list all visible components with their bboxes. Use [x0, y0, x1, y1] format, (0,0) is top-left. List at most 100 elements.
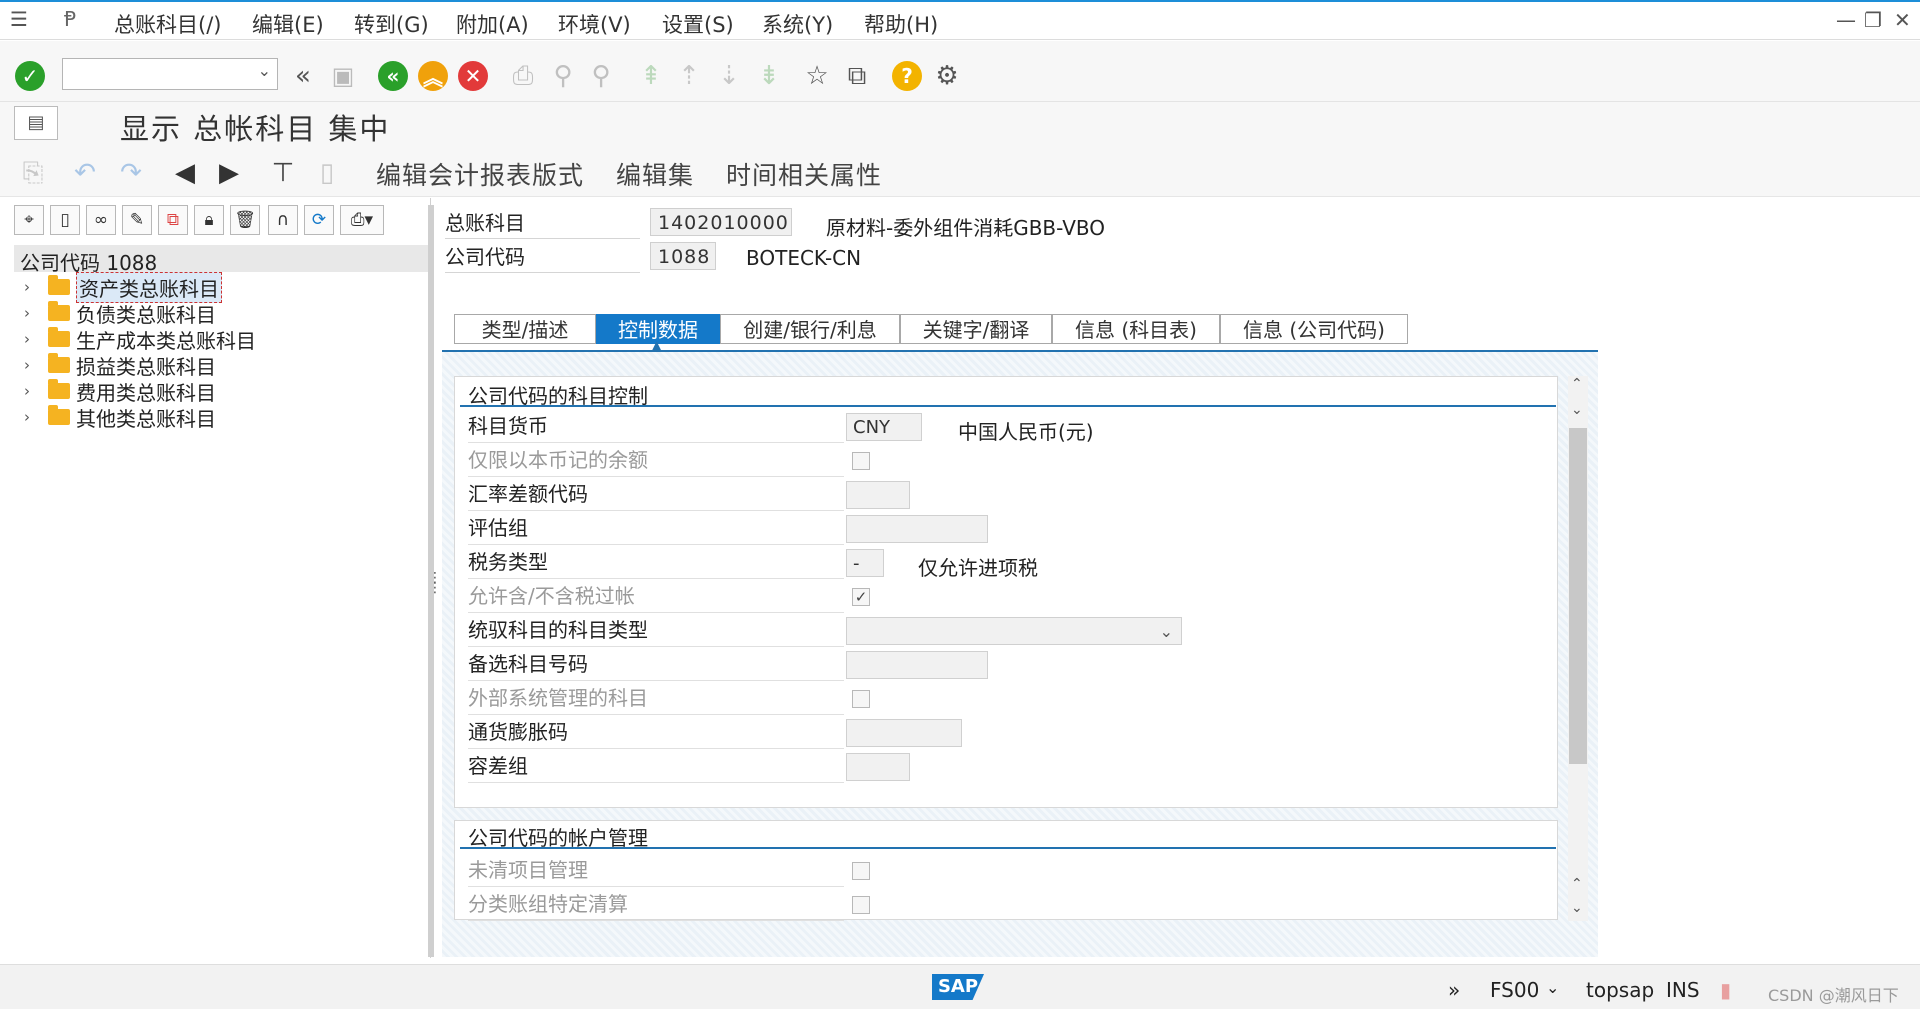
- valuation-group-field[interactable]: [846, 515, 988, 543]
- previous-icon[interactable]: ◀: [168, 156, 202, 190]
- headset-icon[interactable]: ∩: [268, 205, 298, 235]
- prev-page-icon[interactable]: ⇡: [672, 59, 706, 93]
- chevron-down-icon[interactable]: ⌄: [1546, 978, 1559, 997]
- chevron-right-icon[interactable]: ›: [24, 356, 42, 374]
- tab-info-company-code[interactable]: 信息 (公司代码): [1220, 314, 1408, 344]
- gl-account-field[interactable]: 1402010000: [650, 208, 792, 236]
- undo-icon[interactable]: ↶: [68, 156, 102, 190]
- scroll-down-icon[interactable]: ⌄: [1571, 900, 1583, 916]
- tax-category-label: 税务类型: [468, 546, 844, 579]
- save-icon[interactable]: ▣: [326, 59, 360, 93]
- chevron-down-icon[interactable]: ⌄: [258, 61, 271, 80]
- scroll-down-icon[interactable]: ⌄: [1571, 402, 1583, 418]
- local-currency-only-checkbox[interactable]: [852, 452, 870, 470]
- chevron-right-icon[interactable]: ›: [24, 382, 42, 400]
- chevron-right-icon[interactable]: ›: [24, 278, 42, 296]
- chevron-right-icon[interactable]: ›: [24, 408, 42, 426]
- menu-environment[interactable]: 环境(V): [558, 9, 631, 39]
- ledger-group-clearing-checkbox[interactable]: [852, 896, 870, 914]
- menu-goto[interactable]: 转到(G): [354, 9, 429, 39]
- customize-icon[interactable]: ⚙: [930, 59, 964, 93]
- chevron-down-icon[interactable]: ⌄: [1160, 618, 1173, 646]
- next-icon[interactable]: ▶: [212, 156, 246, 190]
- menu-system[interactable]: 系统(Y): [762, 9, 833, 39]
- redo-icon[interactable]: ↷: [114, 156, 148, 190]
- tree-node-production-cost[interactable]: › 生产成本类总账科目: [24, 326, 256, 353]
- print-tree-icon[interactable]: ⎙▾: [340, 205, 384, 235]
- exit-icon[interactable]: ︽: [416, 59, 450, 93]
- menu-edit[interactable]: 编辑(E): [252, 9, 324, 39]
- double-left-icon[interactable]: «: [286, 59, 320, 93]
- tolerance-group-field[interactable]: [846, 753, 910, 781]
- scroll-up-icon[interactable]: ⌃: [1571, 376, 1583, 392]
- minimize-icon[interactable]: —: [1836, 8, 1856, 32]
- find-icon[interactable]: ⚲: [546, 59, 580, 93]
- inflation-key-field[interactable]: [846, 719, 962, 747]
- other-object-icon[interactable]: ⎘: [16, 156, 50, 190]
- new-document-icon[interactable]: ▯: [50, 205, 80, 235]
- menu-toggle-icon[interactable]: ▤: [14, 106, 58, 140]
- edit-fs-version-button[interactable]: 编辑会计报表版式: [376, 156, 584, 192]
- menu-extras[interactable]: 附加(A): [456, 9, 529, 39]
- posting-without-tax-checkbox[interactable]: ✓: [852, 588, 870, 606]
- open-item-management-checkbox[interactable]: [852, 862, 870, 880]
- pencil-icon[interactable]: ✎: [122, 205, 152, 235]
- time-attributes-button[interactable]: 时间相关属性: [726, 156, 882, 192]
- status-expand-icon[interactable]: »: [1448, 978, 1460, 1002]
- tree-node-liabilities[interactable]: › 负债类总账科目: [24, 300, 216, 327]
- new-session-icon[interactable]: ☆: [800, 59, 834, 93]
- external-system-managed-checkbox[interactable]: [852, 690, 870, 708]
- tree-node-profit-loss[interactable]: › 损益类总账科目: [24, 352, 216, 379]
- document-icon[interactable]: ▯: [310, 156, 344, 190]
- close-window-icon[interactable]: ✕: [1894, 8, 1911, 32]
- recon-account-type-select[interactable]: ⌄: [846, 617, 1182, 645]
- lock-icon[interactable]: 🔒︎: [194, 205, 224, 235]
- exchange-rate-diff-field[interactable]: [846, 481, 910, 509]
- trash-icon[interactable]: 🗑︎: [230, 205, 260, 235]
- account-currency-field[interactable]: CNY: [846, 413, 922, 441]
- help-icon[interactable]: ?: [890, 59, 924, 93]
- enter-check-icon[interactable]: ✓: [13, 59, 47, 93]
- scrollbar-thumb[interactable]: [1569, 428, 1587, 764]
- tree-node-label: 损益类总账科目: [76, 354, 216, 379]
- last-page-icon[interactable]: ⇟: [752, 59, 786, 93]
- status-mode[interactable]: INS: [1666, 978, 1700, 1002]
- tax-category-field[interactable]: -: [846, 549, 884, 577]
- alternative-account-field[interactable]: [846, 651, 988, 679]
- menu-help[interactable]: 帮助(H): [864, 9, 938, 39]
- first-page-icon[interactable]: ⇞: [634, 59, 668, 93]
- chevron-right-icon[interactable]: ›: [24, 304, 42, 322]
- chevron-right-icon[interactable]: ›: [24, 330, 42, 348]
- company-code-field[interactable]: 1088: [650, 242, 716, 270]
- tree-node-assets[interactable]: › 资产类总账科目: [24, 271, 222, 303]
- tab-keyword-translation[interactable]: 关键字/翻译: [900, 314, 1052, 344]
- cancel-icon[interactable]: ✕: [456, 59, 490, 93]
- display-change-icon[interactable]: ⊤: [266, 156, 300, 190]
- restore-icon[interactable]: ❐: [1864, 8, 1882, 32]
- copy-icon[interactable]: ⧉: [158, 205, 188, 235]
- next-page-icon[interactable]: ⇣: [712, 59, 746, 93]
- tree-node-other[interactable]: › 其他类总账科目: [24, 404, 216, 431]
- shortcut-icon[interactable]: ⧉: [840, 59, 874, 93]
- folder-icon: [48, 327, 70, 347]
- refresh-icon[interactable]: ⟳: [304, 205, 334, 235]
- display-glasses-icon[interactable]: ∞: [86, 205, 116, 235]
- scroll-up-icon[interactable]: ⌃: [1571, 876, 1583, 892]
- find-next-icon[interactable]: ⚲: [584, 59, 618, 93]
- back-icon[interactable]: «: [376, 59, 410, 93]
- print-icon[interactable]: ⎙: [506, 59, 540, 93]
- pane-splitter[interactable]: ⋮ ⋮: [428, 205, 442, 957]
- menu-settings[interactable]: 设置(S): [662, 9, 734, 39]
- tab-type-description[interactable]: 类型/描述: [454, 314, 596, 344]
- customize-layout-icon[interactable]: Ᵽ: [64, 7, 76, 31]
- tree-node-expenses[interactable]: › 费用类总账科目: [24, 378, 216, 405]
- system-menu-icon[interactable]: ☰: [10, 7, 28, 31]
- command-field[interactable]: ⌄: [62, 58, 278, 90]
- tree-root[interactable]: 公司代码 1088: [14, 245, 428, 275]
- folder-icon: [48, 301, 70, 321]
- tab-create-bank-interest[interactable]: 创建/银行/利息: [720, 314, 900, 344]
- binoculars-icon[interactable]: ⌖: [14, 205, 44, 235]
- edit-set-button[interactable]: 编辑集: [616, 156, 694, 192]
- menu-gl-account[interactable]: 总账科目(/): [114, 9, 221, 39]
- tab-info-chart-of-accounts[interactable]: 信息 (科目表): [1052, 314, 1220, 344]
